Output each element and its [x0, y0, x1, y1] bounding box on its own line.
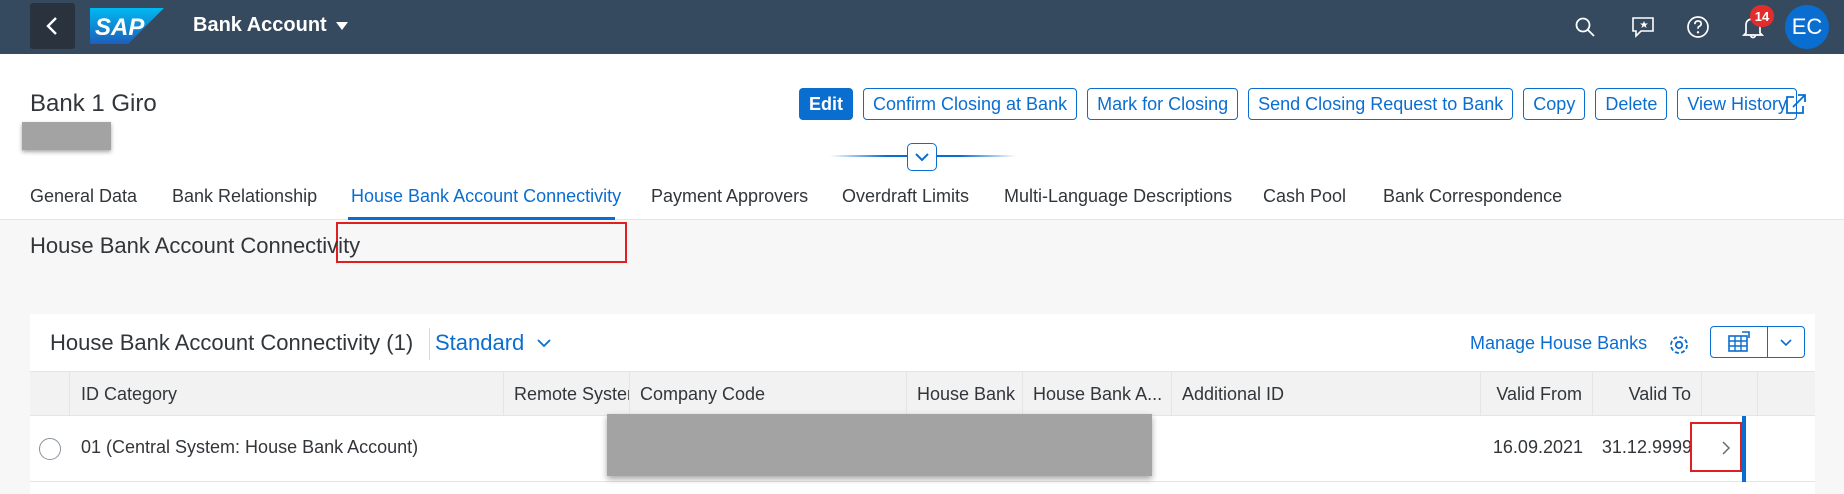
chevron-down-icon	[915, 153, 929, 162]
tab-overdraft-limits[interactable]: Overdraft Limits	[842, 186, 969, 207]
feedback-icon	[1632, 17, 1654, 38]
search-icon	[1575, 17, 1595, 37]
manage-house-banks-link[interactable]: Manage House Banks	[1470, 333, 1647, 354]
page-title: Bank 1 Giro	[30, 90, 157, 117]
variant-separator	[429, 328, 430, 360]
cell-valid-to: 31.12.9999	[1601, 437, 1692, 457]
navigated-row-indicator	[1742, 416, 1746, 482]
redacted-cells	[607, 414, 1152, 476]
column-header-valid-from[interactable]: Valid From	[1481, 372, 1593, 416]
feedback-button[interactable]	[1628, 12, 1658, 42]
section-title: House Bank Account Connectivity	[30, 233, 361, 258]
column-header-company-code[interactable]: Company Code	[630, 372, 907, 416]
search-button[interactable]	[1570, 12, 1600, 42]
cell-id-category: 01 (Central System: House Bank Account)	[81, 437, 419, 457]
user-avatar[interactable]: EC	[1785, 5, 1829, 49]
active-tab-indicator	[348, 217, 615, 220]
cell-valid-from: 16.09.2021	[1492, 437, 1583, 457]
column-header-house-bank-account[interactable]: House Bank A...	[1023, 372, 1172, 416]
app-title-menu[interactable]: Bank Account	[193, 14, 349, 37]
table-title: House Bank Account Connectivity (1)	[50, 330, 414, 355]
settings-icon[interactable]	[1666, 332, 1692, 358]
redacted-subtitle	[22, 122, 111, 150]
header-actions: Edit Confirm Closing at Bank Mark for Cl…	[799, 88, 1798, 120]
tab-bank-correspondence[interactable]: Bank Correspondence	[1383, 186, 1562, 207]
tab-multi-language-descriptions[interactable]: Multi-Language Descriptions	[1004, 186, 1232, 207]
column-header-valid-to[interactable]: Valid To	[1593, 372, 1702, 416]
variant-selector[interactable]: Standard	[435, 330, 552, 356]
edit-button[interactable]: Edit	[799, 88, 853, 120]
copy-button[interactable]: Copy	[1523, 88, 1586, 120]
logo-text: SAP	[95, 14, 145, 41]
highlight-box-tab	[336, 222, 627, 263]
column-header-id-category[interactable]: ID Category	[70, 372, 504, 416]
help-button[interactable]	[1683, 12, 1713, 42]
row-select-radio[interactable]	[39, 438, 61, 460]
column-header-remote-system[interactable]: Remote System	[504, 372, 630, 416]
tab-payment-approvers[interactable]: Payment Approvers	[651, 186, 808, 207]
tab-general-data[interactable]: General Data	[30, 186, 137, 207]
connectivity-table: House Bank Account Connectivity (1) Stan…	[30, 314, 1815, 494]
share-icon[interactable]	[1784, 92, 1808, 116]
export-menu-button[interactable]	[1767, 326, 1805, 358]
app-title: Bank Account	[193, 14, 327, 36]
tab-bar: General Data Bank Relationship House Ban…	[0, 174, 1844, 263]
delete-button[interactable]: Delete	[1595, 88, 1668, 120]
help-icon	[1687, 16, 1709, 38]
export-spreadsheet-icon	[1728, 331, 1750, 352]
back-icon	[45, 17, 57, 35]
export-button[interactable]	[1710, 326, 1768, 358]
table-header: ID Category Remote System Company Code H…	[30, 371, 1815, 416]
object-header: Bank 1 Giro Edit Confirm Closing at Bank…	[0, 54, 1844, 263]
collapse-header-button[interactable]	[907, 143, 937, 171]
confirm-closing-button[interactable]: Confirm Closing at Bank	[863, 88, 1078, 120]
back-button[interactable]	[30, 3, 75, 49]
table-row[interactable]: 01 (Central System: House Bank Account) …	[30, 414, 1815, 482]
variant-label: Standard	[435, 330, 525, 355]
column-header-additional-id[interactable]: Additional ID	[1172, 372, 1481, 416]
select-column-header	[30, 372, 70, 416]
chevron-down-icon	[537, 339, 551, 348]
shell-bar: SAP Bank Account 14 EC	[0, 0, 1844, 54]
tab-bank-relationship[interactable]: Bank Relationship	[172, 186, 317, 207]
caret-down-icon	[335, 21, 348, 30]
send-closing-request-button[interactable]: Send Closing Request to Bank	[1248, 88, 1514, 120]
column-header-house-bank[interactable]: House Bank	[907, 372, 1023, 416]
sap-logo[interactable]: SAP	[90, 8, 164, 44]
notification-badge: 14	[1750, 5, 1774, 27]
tab-house-bank-account-connectivity[interactable]: House Bank Account Connectivity	[351, 186, 621, 207]
highlight-box-navigation	[1690, 422, 1742, 472]
chevron-down-icon	[1780, 338, 1792, 346]
navigation-column-header	[1702, 372, 1758, 416]
mark-for-closing-button[interactable]: Mark for Closing	[1087, 88, 1239, 120]
view-history-button[interactable]: View History	[1677, 88, 1798, 120]
tab-cash-pool[interactable]: Cash Pool	[1263, 186, 1346, 207]
